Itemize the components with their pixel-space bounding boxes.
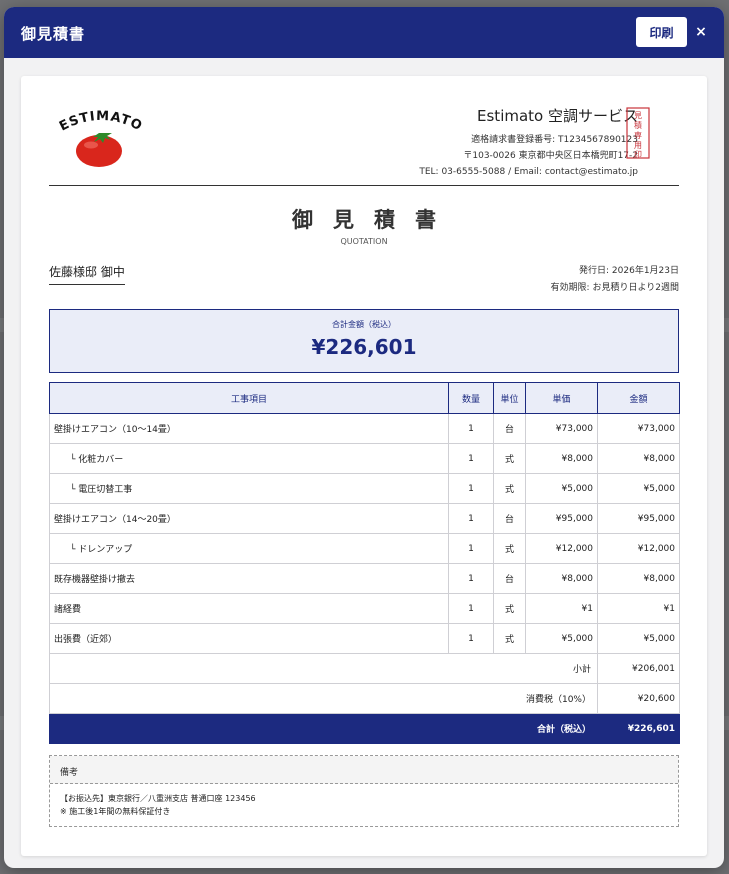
item-name: └ ドレンアップ [49,533,449,564]
warranty-note: ※ 施工後1年間の無料保証付き [60,807,171,816]
column-header-unit: 単位 [493,382,526,414]
subtotal-label: 小計 [49,653,598,684]
item-name: └ 電圧切替工事 [49,473,449,504]
table-row: 既存機器壁掛け撤去 1 台 ¥8,000 ¥8,000 [49,563,680,594]
svg-text:積: 積 [634,120,642,130]
subtotal-row: 小計 ¥206,001 [49,653,680,684]
estimate-sheet: ESTIMATO Estimato 空調サービス 適格請求書登録番号: T123… [21,76,707,856]
registration-number: 適格請求書登録番号: T1234567890123 [471,135,638,145]
item-quantity: 1 [448,533,494,564]
subtotal-value: ¥206,001 [597,653,680,684]
grand-total-label: 合計（税込） [49,713,598,744]
item-unit: 式 [493,593,526,624]
item-quantity: 1 [448,623,494,654]
item-unit-price: ¥5,000 [525,473,598,504]
item-name: 壁掛けエアコン（14〜20畳） [49,503,449,534]
table-row: └ 電圧切替工事 1 式 ¥5,000 ¥5,000 [49,473,680,504]
item-unit: 台 [493,503,526,534]
bank-transfer-note: 【お振込先】東京銀行／八重洲支店 普通口座 123456 [60,794,256,803]
item-unit-price: ¥8,000 [525,563,598,594]
column-header-amount: 金額 [597,382,680,414]
document-dates: 発行日: 2026年1月23日 有効期限: お見積り日より2週間 [551,263,679,297]
issue-date: 発行日: 2026年1月23日 [579,266,679,276]
item-unit: 式 [493,473,526,504]
logo-text: ESTIMATO [57,109,144,135]
total-amount-box: 合計金額（税込） ¥226,601 [49,309,679,373]
grand-total-row: 合計（税込） ¥226,601 [49,713,680,744]
item-unit: 台 [493,413,526,444]
tax-label: 消費税（10%） [49,683,598,714]
estimate-modal: 御見積書 印刷 × ESTIMATO Estimato 空調サービス 適格請求書… [4,7,724,868]
item-amount: ¥8,000 [597,563,680,594]
modal-title: 御見積書 [21,25,86,43]
table-row: 壁掛けエアコン（10〜14畳） 1 台 ¥73,000 ¥73,000 [49,413,680,444]
item-amount: ¥73,000 [597,413,680,444]
line-items-table: 工事項目 数量 単位 単価 金額 壁掛けエアコン（10〜14畳） 1 台 ¥73… [49,382,680,744]
item-quantity: 1 [448,443,494,474]
item-unit: 台 [493,563,526,594]
item-amount: ¥95,000 [597,503,680,534]
item-name: 既存機器壁掛け撤去 [49,563,449,594]
total-label: 合計金額（税込） [332,320,396,329]
item-unit-price: ¥95,000 [525,503,598,534]
modal-header: 御見積書 印刷 × [4,7,724,58]
notes-heading: 備考 [50,756,678,784]
item-name: 壁掛けエアコン（10〜14畳） [49,413,449,444]
item-unit-price: ¥5,000 [525,623,598,654]
tomato-logo: ESTIMATO [57,109,145,167]
item-amount: ¥8,000 [597,443,680,474]
item-quantity: 1 [448,503,494,534]
tax-value: ¥20,600 [597,683,680,714]
print-button[interactable]: 印刷 [636,17,687,47]
notes-body: 【お振込先】東京銀行／八重洲支店 普通口座 123456 ※ 施工後1年間の無料… [50,784,678,818]
total-value: ¥226,601 [311,335,417,359]
svg-text:ESTIMATO: ESTIMATO [57,109,145,135]
company-address: 〒103-0026 東京都中央区日本橋兜町17-2 [463,151,638,161]
svg-text:見: 見 [634,111,642,120]
column-header-unit-price: 単価 [525,382,598,414]
company-contact: TEL: 03-6555-5088 / Email: contact@estim… [419,167,638,177]
svg-text:印: 印 [634,150,642,159]
item-quantity: 1 [448,563,494,594]
grand-total-value: ¥226,601 [597,713,680,744]
item-unit-price: ¥8,000 [525,443,598,474]
company-info: Estimato 空調サービス 適格請求書登録番号: T123456789012… [419,105,638,180]
item-quantity: 1 [448,593,494,624]
column-header-item: 工事項目 [49,382,449,414]
item-amount: ¥5,000 [597,623,680,654]
tax-row: 消費税（10%） ¥20,600 [49,683,680,714]
table-row: 壁掛けエアコン（14〜20畳） 1 台 ¥95,000 ¥95,000 [49,503,680,534]
table-row: 諸経費 1 式 ¥1 ¥1 [49,593,680,624]
item-quantity: 1 [448,413,494,444]
company-name: Estimato 空調サービス [477,107,638,125]
validity-period: 有効期限: お見積り日より2週間 [550,283,679,293]
document-subtitle: QUOTATION [340,237,388,246]
item-name: 出張費（近郊） [49,623,449,654]
column-header-quantity: 数量 [448,382,494,414]
item-amount: ¥5,000 [597,473,680,504]
table-header-row: 工事項目 数量 単位 単価 金額 [49,382,680,414]
item-unit: 式 [493,533,526,564]
item-unit-price: ¥12,000 [525,533,598,564]
close-icon[interactable]: × [694,23,708,41]
table-row: 出張費（近郊） 1 式 ¥5,000 ¥5,000 [49,623,680,654]
company-seal: 見 積 専 用 印 [626,107,650,159]
item-unit: 式 [493,443,526,474]
table-row: └ ドレンアップ 1 式 ¥12,000 ¥12,000 [49,533,680,564]
item-amount: ¥1 [597,593,680,624]
header-divider [49,185,679,186]
svg-text:用: 用 [634,141,642,150]
item-quantity: 1 [448,473,494,504]
item-name: 諸経費 [49,593,449,624]
table-row: └ 化粧カバー 1 式 ¥8,000 ¥8,000 [49,443,680,474]
document-title: 御見積書 [292,208,456,232]
client-name: 佐藤様邸 御中 [49,263,125,285]
notes-box: 備考 【お振込先】東京銀行／八重洲支店 普通口座 123456 ※ 施工後1年間… [49,755,679,827]
svg-text:専: 専 [634,130,642,140]
item-unit-price: ¥73,000 [525,413,598,444]
item-name: └ 化粧カバー [49,443,449,474]
item-unit: 式 [493,623,526,654]
item-unit-price: ¥1 [525,593,598,624]
item-amount: ¥12,000 [597,533,680,564]
